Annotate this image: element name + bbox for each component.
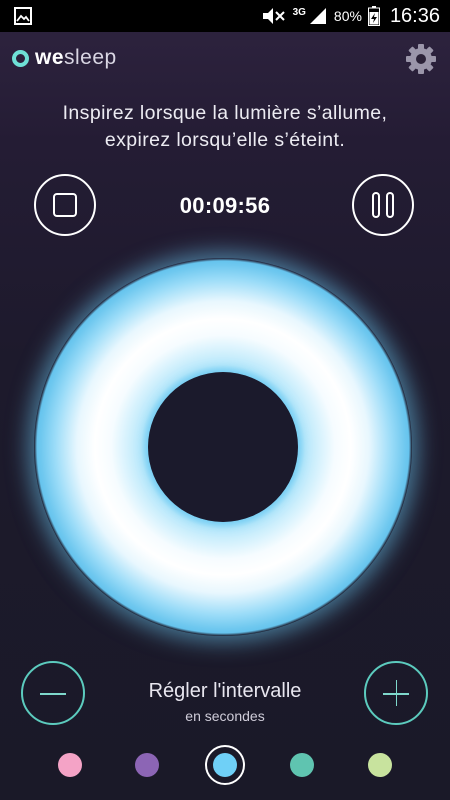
app-header: we sleep xyxy=(0,32,450,88)
logo-text-sleep: sleep xyxy=(64,46,117,69)
breathing-light-center xyxy=(148,372,298,522)
plus-icon xyxy=(395,680,397,706)
instruction-line-2: expirez lorsqu’elle s’éteint. xyxy=(104,129,346,151)
gallery-icon xyxy=(14,7,32,25)
battery-icon xyxy=(367,6,380,26)
logo-ring-icon xyxy=(12,49,29,67)
color-option-pink[interactable] xyxy=(58,753,82,777)
color-option-purple[interactable] xyxy=(135,753,159,777)
status-bar: 3G 80% 16:36 xyxy=(0,0,450,32)
wesleep-logo: we sleep xyxy=(12,46,117,70)
pause-icon xyxy=(372,192,394,218)
logo-text-we: we xyxy=(35,46,65,69)
breathing-instruction: Inspirez lorsque la lumière s’allume, ex… xyxy=(0,100,450,154)
pause-button[interactable] xyxy=(352,174,414,236)
increase-interval-button[interactable] xyxy=(364,661,428,725)
mute-icon xyxy=(262,8,285,24)
network-type-label: 3G xyxy=(292,6,306,18)
instruction-line-1: Inspirez lorsque la lumière s’allume, xyxy=(62,102,388,124)
gear-icon[interactable] xyxy=(404,42,438,76)
color-option-teal[interactable] xyxy=(290,753,314,777)
signal-icon xyxy=(309,8,326,24)
battery-percent: 80% xyxy=(333,8,362,24)
color-option-blue[interactable] xyxy=(213,753,237,777)
clock-time: 16:36 xyxy=(389,4,440,27)
color-option-lime[interactable] xyxy=(368,753,392,777)
